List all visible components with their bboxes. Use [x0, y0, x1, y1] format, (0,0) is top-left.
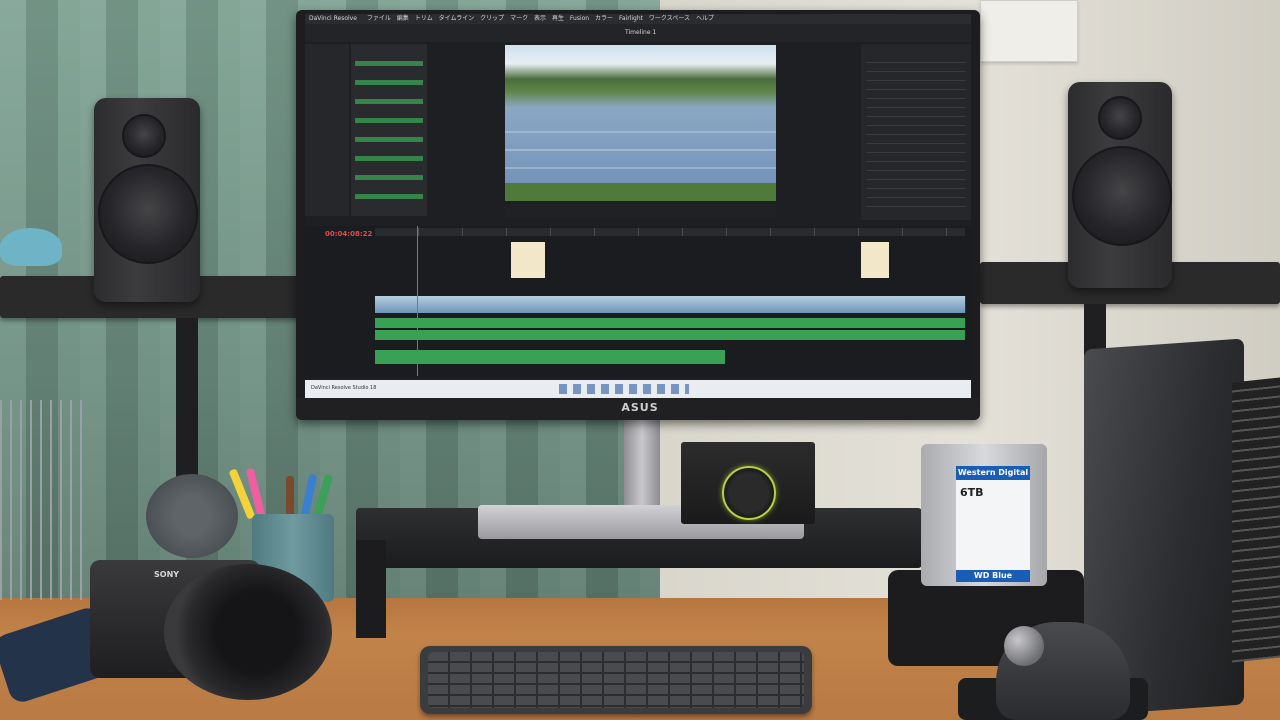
flower-field-row: [505, 131, 776, 133]
title-clip[interactable]: [861, 242, 889, 278]
menu-item-edit[interactable]: 編集: [397, 15, 409, 22]
trackball-ball[interactable]: [1004, 626, 1044, 666]
menu-item-workspace[interactable]: ワークスペース: [649, 15, 690, 22]
app-toolbar: Timeline 1: [305, 24, 971, 42]
audio-track-2[interactable]: [375, 350, 725, 364]
taskbar-app-icons[interactable]: [559, 384, 689, 394]
flower-field-row: [505, 167, 776, 169]
timeline-ruler[interactable]: [375, 228, 965, 236]
timeline-name[interactable]: Timeline 1: [625, 29, 656, 36]
wire-rack: [0, 400, 84, 600]
app-title: DaVinci Resolve: [309, 15, 357, 22]
monitor-riser-leg: [356, 540, 386, 638]
media-pool-bin: [351, 44, 427, 216]
video-clip[interactable]: [587, 296, 678, 313]
camera-brand: SONY: [154, 570, 180, 579]
volume-knob[interactable]: [722, 466, 776, 520]
monitor-brand-logo: ASUS: [621, 401, 659, 414]
menu-item-timeline[interactable]: タイムライン: [439, 15, 475, 22]
menu-item-trim[interactable]: トリム: [415, 15, 433, 22]
hdd-capacity: 6TB: [960, 486, 984, 499]
title-clip[interactable]: [511, 242, 545, 278]
timeline-panel[interactable]: 00:04:08:22: [305, 226, 971, 378]
hdd-series: WD Blue: [956, 570, 1030, 582]
video-clip[interactable]: [787, 296, 876, 313]
menu-item-file[interactable]: ファイル: [367, 15, 391, 22]
left-speaker-stand-pole: [176, 318, 198, 478]
windows-taskbar: DaVinci Resolve Studio 18: [305, 380, 971, 398]
microphone-windscreen: [146, 474, 238, 558]
inspector-panel: [861, 44, 971, 220]
timecode-display: 00:04:08:22: [325, 230, 373, 238]
menu-item-clip[interactable]: クリップ: [480, 15, 504, 22]
video-clip[interactable]: [435, 296, 508, 313]
hard-drive-label: [956, 466, 1030, 582]
monitor-stand-neck: [624, 420, 660, 508]
menu-item-view[interactable]: 表示: [534, 15, 546, 22]
video-clip[interactable]: [375, 296, 436, 313]
hdd-brand: Western Digital: [956, 466, 1030, 480]
audio-track-1[interactable]: [375, 318, 965, 328]
playhead[interactable]: [417, 226, 418, 376]
menu-item-playback[interactable]: 再生: [552, 15, 564, 22]
menu-item-fusion[interactable]: Fusion: [570, 15, 589, 22]
taskbar-app-title: DaVinci Resolve Studio 18: [311, 385, 377, 391]
menu-item-mark[interactable]: マーク: [510, 15, 528, 22]
right-speaker-woofer: [1072, 146, 1172, 246]
video-viewer[interactable]: [505, 45, 776, 201]
inspector-properties[interactable]: [867, 54, 965, 214]
laptop-keyboard: [1232, 377, 1280, 663]
video-clip[interactable]: [507, 296, 588, 313]
grass-foreground: [505, 183, 776, 201]
video-clip[interactable]: [677, 296, 788, 313]
left-speaker-woofer: [98, 164, 198, 264]
video-track[interactable]: [375, 296, 966, 313]
video-clip[interactable]: [875, 296, 966, 313]
wall-note: [980, 0, 1078, 62]
right-speaker-tweeter: [1098, 96, 1142, 140]
audio-track-1b[interactable]: [375, 330, 965, 340]
transport-controls[interactable]: [505, 204, 776, 218]
camera-lens: [164, 564, 332, 700]
flower-field-row: [505, 149, 776, 151]
monitor-screen: DaVinci Resolve ファイル 編集 トリム タイムライン クリップ …: [305, 14, 971, 398]
left-speaker-tweeter: [122, 114, 166, 158]
menu-item-help[interactable]: ヘルプ: [696, 15, 714, 22]
pillow: [0, 228, 62, 266]
app-title-bar: DaVinci Resolve ファイル 編集 トリム タイムライン クリップ …: [305, 14, 971, 24]
menu-item-fairlight[interactable]: Fairlight: [619, 15, 643, 22]
menu-item-color[interactable]: カラー: [595, 15, 613, 22]
audio-clip-thumbnails[interactable]: [355, 52, 423, 212]
media-pool-sidebar: [305, 44, 349, 216]
keyboard-keys[interactable]: [428, 652, 804, 708]
